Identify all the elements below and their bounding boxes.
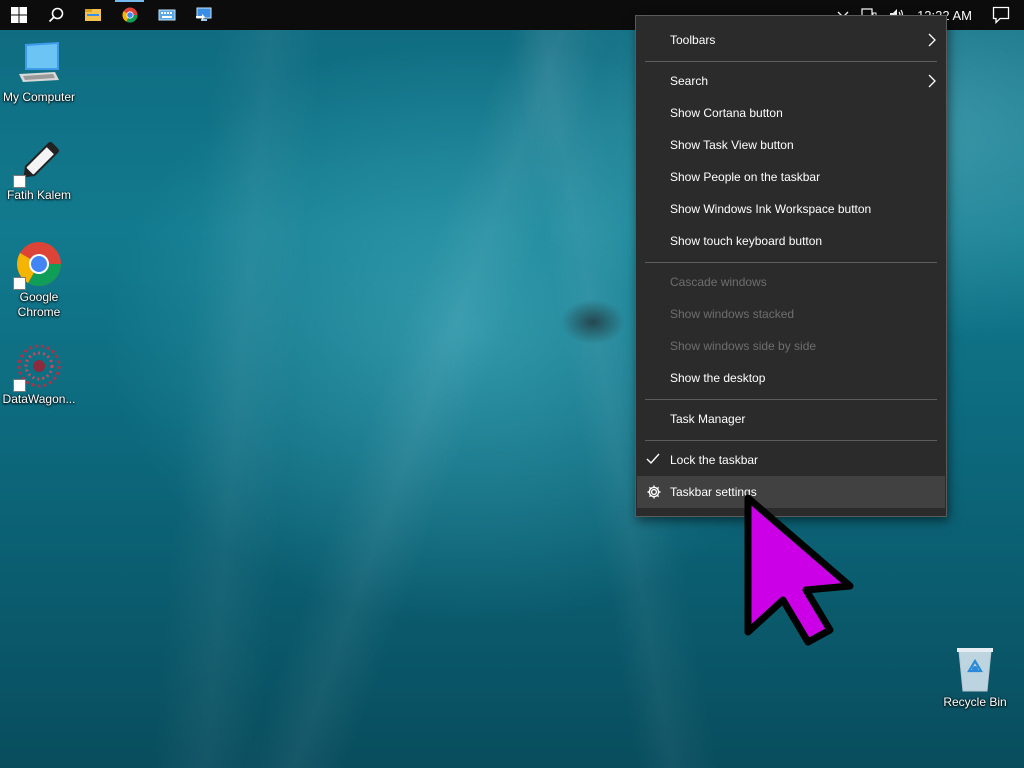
menu-item-cascade-windows: Cascade windows xyxy=(637,266,945,298)
menu-item-show-windows-side-by-side: Show windows side by side xyxy=(637,330,945,362)
menu-item-label: Search xyxy=(670,74,709,88)
desktop-icon-recycle-bin[interactable]: Recycle Bin xyxy=(936,645,1014,710)
menu-item-label: Show touch keyboard button xyxy=(670,234,823,248)
desktop-icon-label-line: Google xyxy=(19,290,59,304)
menu-item-show-people[interactable]: Show People on the taskbar xyxy=(637,161,945,193)
desktop-icon-datawagon[interactable]: DataWagon... xyxy=(0,342,78,407)
chevron-right-icon xyxy=(928,33,936,47)
menu-separator xyxy=(645,440,937,441)
menu-separator xyxy=(645,262,937,263)
menu-separator xyxy=(645,61,937,62)
chrome-taskbar-button[interactable] xyxy=(111,0,148,30)
menu-item-label: Show windows side by side xyxy=(670,339,817,353)
file-explorer-button[interactable] xyxy=(74,0,111,30)
keyboard-taskbar-button[interactable] xyxy=(148,0,185,30)
menu-item-show-windows-stacked: Show windows stacked xyxy=(637,298,945,330)
menu-item-label: Show Windows Ink Workspace button xyxy=(670,202,872,216)
desktop-icon-fatih-kalem[interactable]: Fatih Kalem xyxy=(0,138,78,203)
checkmark-icon xyxy=(646,453,660,465)
gear-icon xyxy=(647,485,661,499)
menu-item-show-cortana-button[interactable]: Show Cortana button xyxy=(637,97,945,129)
desktop-icon-label: DataWagon... xyxy=(2,392,76,406)
menu-item-label: Show the desktop xyxy=(670,371,766,385)
desktop-icon-label: Fatih Kalem xyxy=(6,188,72,202)
desktop-icon-label: Google Chrome xyxy=(18,290,61,320)
menu-separator xyxy=(645,399,937,400)
desktop-icon-my-computer[interactable]: My Computer xyxy=(0,40,78,105)
menu-item-lock-the-taskbar[interactable]: Lock the taskbar xyxy=(637,444,945,476)
menu-item-search[interactable]: Search xyxy=(637,65,945,97)
chrome-icon xyxy=(13,240,63,290)
recycle-bin-icon xyxy=(951,645,999,693)
desktop-icon-label: My Computer xyxy=(2,90,76,104)
taskbar-context-menu: Toolbars Search Show Cortana button Show… xyxy=(635,15,947,517)
menu-item-label: Show People on the taskbar xyxy=(670,170,821,184)
remote-desktop-icon xyxy=(195,7,211,21)
start-button[interactable] xyxy=(0,0,37,30)
shortcut-arrow-icon xyxy=(13,175,26,188)
menu-item-label: Toolbars xyxy=(670,33,716,47)
notifications-icon xyxy=(992,6,1010,24)
windows-start-icon xyxy=(10,7,27,23)
mouse-pointer-icon xyxy=(744,494,854,646)
menu-item-toolbars[interactable]: Toolbars xyxy=(637,24,945,56)
shortcut-arrow-icon xyxy=(13,277,26,290)
action-center-button[interactable] xyxy=(984,0,1024,30)
keyboard-icon xyxy=(158,9,175,21)
menu-item-show-touch-keyboard[interactable]: Show touch keyboard button xyxy=(637,225,945,257)
my-computer-icon xyxy=(15,40,63,88)
desktop-icon-label: Recycle Bin xyxy=(943,695,1007,709)
menu-item-label: Lock the taskbar xyxy=(670,453,759,467)
file-explorer-icon xyxy=(84,9,101,21)
search-icon xyxy=(48,7,63,23)
chevron-right-icon xyxy=(928,74,936,88)
desktop-icon-label-line: Chrome xyxy=(17,305,61,319)
datawagon-icon xyxy=(13,342,63,392)
wallpaper-swimmer xyxy=(548,290,638,360)
search-button[interactable] xyxy=(37,0,74,30)
fatih-kalem-icon xyxy=(13,138,63,188)
shortcut-arrow-icon xyxy=(13,379,26,392)
menu-item-label: Show windows stacked xyxy=(670,307,795,321)
menu-item-label: Show Cortana button xyxy=(670,106,783,120)
menu-item-label: Cascade windows xyxy=(670,275,767,289)
desktop-icon-google-chrome[interactable]: Google Chrome xyxy=(0,240,78,320)
remote-desktop-taskbar-button[interactable] xyxy=(185,0,222,30)
menu-item-label: Show Task View button xyxy=(670,138,794,152)
menu-item-show-windows-ink[interactable]: Show Windows Ink Workspace button xyxy=(637,193,945,225)
menu-item-task-manager[interactable]: Task Manager xyxy=(637,403,945,435)
chrome-icon xyxy=(121,7,137,23)
menu-item-show-task-view-button[interactable]: Show Task View button xyxy=(637,129,945,161)
menu-item-show-the-desktop[interactable]: Show the desktop xyxy=(637,362,945,394)
menu-item-label: Task Manager xyxy=(670,412,746,426)
